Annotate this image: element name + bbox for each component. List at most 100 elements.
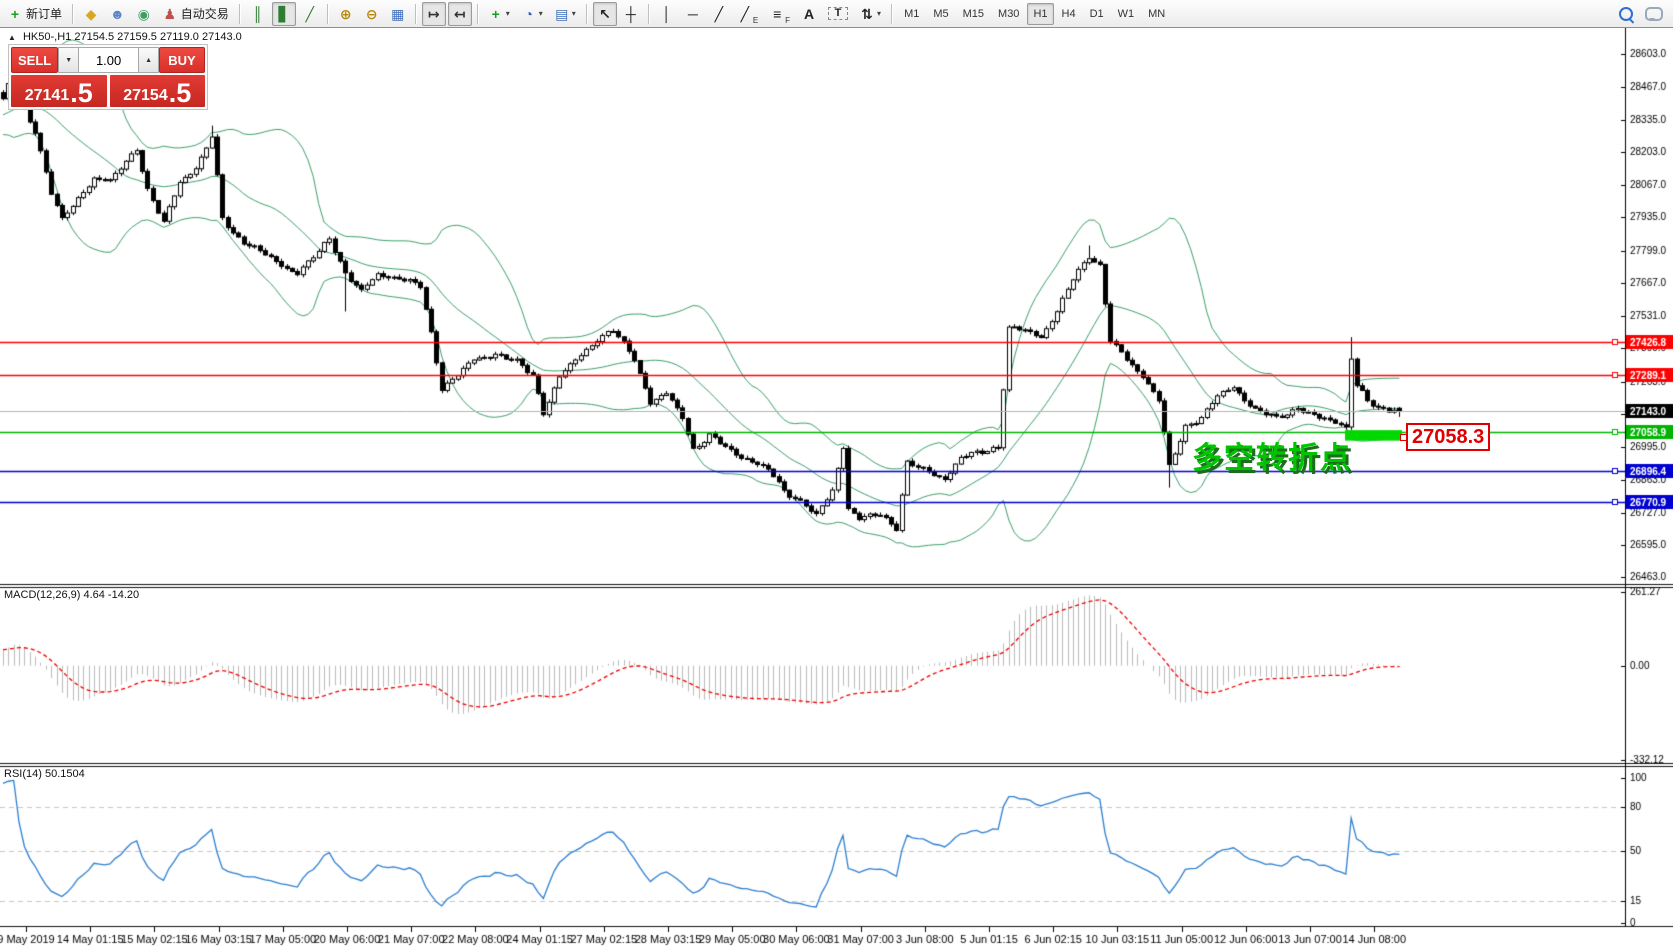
chart-candles-button[interactable]: ▋ [272,2,296,26]
hline-icon: ─ [686,7,700,21]
fibonacci-icon: ≡ [770,7,784,21]
toolbar-separator [327,4,329,24]
buy-price-int: 27154 [123,87,168,105]
new-chart-icon: ◆ [84,7,98,21]
crosshair-button[interactable]: ┼ [619,2,643,26]
chart-title: ▲ HK50-,H1 27154.5 27159.5 27119.0 27143… [8,31,242,43]
hline-button[interactable]: ─ [681,2,705,26]
one-click-trade-panel: SELL ▼ 1.00 ▲ BUY 27141 .5 27154 .5 [8,44,208,110]
chart-shift-button[interactable]: ↤ [448,2,472,26]
subwindow-collapse-icon[interactable]: ▲ [8,33,16,42]
templates-button[interactable]: ▤▾ [550,2,581,26]
toolbar-separator [477,4,479,24]
toolbar: +新订单◆☻◉♟自动交易║▋╱⊕⊖▦↦↤+▾◔▾▤▾↖┼│─╱╱E≡FAT⇅▾M… [0,0,1673,28]
signals-button[interactable]: ◉ [132,2,156,26]
zoom-out-button[interactable]: ⊖ [360,2,384,26]
chart-candles-icon: ▋ [277,7,291,21]
sell-price-button[interactable]: 27141 .5 [11,75,107,107]
chart-ohlc-values: 27154.5 27159.5 27119.0 27143.0 [74,31,241,43]
trendline-button[interactable]: ╱ [707,2,731,26]
chart-symbol-period: HK50-,H1 [23,31,71,43]
periods-icon: ◔ [522,7,536,21]
sell-price-int: 27141 [25,87,70,105]
zoom-in-icon: ⊕ [339,7,353,21]
chat-button[interactable] [1643,3,1665,25]
fibonacci-button[interactable]: ≡F [765,2,795,26]
search-button[interactable] [1615,3,1637,25]
buy-price-button[interactable]: 27154 .5 [110,75,206,107]
tile-windows-icon: ▦ [391,7,405,21]
chart-bars-button[interactable]: ║ [246,2,270,26]
timeframe-h4-button[interactable]: H4 [1056,3,1082,25]
timeframe-m30-button[interactable]: M30 [992,3,1025,25]
cursor-icon: ↖ [598,7,612,21]
chevron-down-icon: ▾ [877,10,881,18]
autotrading-button[interactable]: ♟ 自动交易 [158,2,234,26]
arrows-button[interactable]: ⇅▾ [855,2,886,26]
indicators-icon: + [489,7,503,21]
chart-line-icon: ╱ [303,7,317,21]
auto-scroll-button[interactable]: ↦ [422,2,446,26]
vline-button[interactable]: │ [655,2,679,26]
new-chart-button[interactable]: ◆ [79,2,103,26]
volume-up-button[interactable]: ▲ [138,47,159,73]
new-order-button[interactable]: + 新订单 [3,2,67,26]
text-button[interactable]: A [797,2,821,26]
text-icon: A [802,7,816,21]
chart-canvas[interactable] [0,28,1673,949]
crosshair-icon: ┼ [624,7,638,21]
mt4-window: +新订单◆☻◉♟自动交易║▋╱⊕⊖▦↦↤+▾◔▾▤▾↖┼│─╱╱E≡FAT⇅▾M… [0,0,1673,949]
channel-button[interactable]: ╱E [733,2,763,26]
toolbar-right-icons [1609,2,1665,26]
profiles-button[interactable]: ☻ [105,2,130,26]
timeframe-m5-button[interactable]: M5 [927,3,954,25]
icon-subscript: F [785,17,790,25]
chevron-down-icon: ▾ [539,10,543,18]
toolbar-separator [891,4,893,24]
chart-text-annotation[interactable]: 多空转折点 [1192,433,1352,477]
search-icon [1619,7,1633,21]
sell-price-dec: .5 [70,82,93,105]
buy-price-dec: .5 [169,82,192,105]
channel-icon: ╱ [738,7,752,21]
sell-button[interactable]: SELL [11,47,58,73]
timeframe-m1-button[interactable]: M1 [898,3,925,25]
label-icon: T [828,7,848,20]
indicators-button[interactable]: +▾ [484,2,515,26]
chart-bars-icon: ║ [251,7,265,21]
new-order-icon: + [8,7,22,21]
price-callout-label[interactable]: 27058.3 [1406,423,1490,451]
tile-windows-button[interactable]: ▦ [386,2,410,26]
auto-scroll-icon: ↦ [427,7,441,21]
chat-icon [1645,7,1663,21]
toolbar-separator [586,4,588,24]
volume-input[interactable]: 1.00 [79,47,138,73]
chevron-down-icon: ▾ [506,10,510,18]
signals-icon: ◉ [137,7,151,21]
toolbar-separator [415,4,417,24]
volume-down-button[interactable]: ▼ [58,47,79,73]
chart-line-button[interactable]: ╱ [298,2,322,26]
cursor-button[interactable]: ↖ [593,2,617,26]
timeframe-m15-button[interactable]: M15 [957,3,990,25]
icon-subscript: E [753,17,758,25]
timeframe-mn-button[interactable]: MN [1142,3,1171,25]
buy-button[interactable]: BUY [159,47,205,73]
vline-icon: │ [660,7,674,21]
toolbar-separator [239,4,241,24]
chevron-down-icon: ▾ [572,10,576,18]
autotrading-button-label: 自动交易 [181,8,229,20]
autotrading-icon: ♟ [163,7,177,21]
periods-button[interactable]: ◔▾ [517,2,548,26]
new-order-button-label: 新订单 [26,8,62,20]
timeframe-w1-button[interactable]: W1 [1112,3,1141,25]
toolbar-separator [72,4,74,24]
arrows-icon: ⇅ [860,7,874,21]
timeframe-h1-button[interactable]: H1 [1027,3,1053,25]
templates-icon: ▤ [555,7,569,21]
timeframe-d1-button[interactable]: D1 [1084,3,1110,25]
label-button[interactable]: T [823,2,853,26]
zoom-out-icon: ⊖ [365,7,379,21]
macd-indicator-label: MACD(12,26,9) 4.64 -14.20 [4,589,139,601]
zoom-in-button[interactable]: ⊕ [334,2,358,26]
